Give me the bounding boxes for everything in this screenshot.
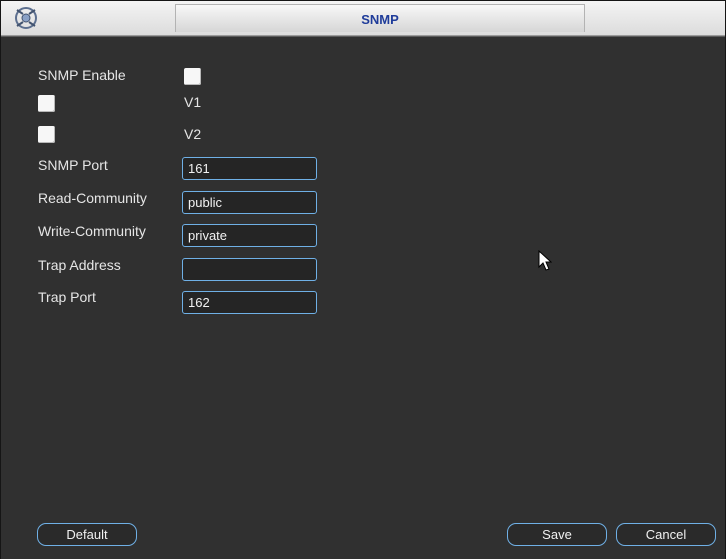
v1-label: V1	[184, 94, 202, 110]
trap-port-field[interactable]	[182, 291, 317, 314]
settings-panel: SNMP Enable V1 V2 SNMP Port Read-Communi…	[1, 36, 725, 559]
mouse-cursor-icon	[538, 250, 552, 271]
default-button[interactable]: Default	[37, 523, 137, 546]
snmp-port-label: SNMP Port	[38, 157, 108, 173]
write-community-field[interactable]	[182, 224, 317, 247]
snmp-enable-checkbox[interactable]	[184, 68, 201, 85]
v2-label: V2	[184, 126, 202, 142]
snmp-enable-label: SNMP Enable	[38, 67, 126, 83]
snmp-dialog: SNMP SNMP Enable V1 V2 SNMP Port Read-Co…	[0, 0, 726, 559]
snmp-port-field[interactable]	[182, 157, 317, 180]
window-title: SNMP	[361, 12, 399, 27]
save-button[interactable]: Save	[507, 523, 607, 546]
trap-address-label: Trap Address	[38, 257, 121, 273]
v1-checkbox[interactable]	[38, 95, 55, 112]
trap-port-label: Trap Port	[38, 289, 96, 305]
title-bar: SNMP	[1, 1, 725, 36]
read-community-field[interactable]	[182, 191, 317, 214]
app-logo-icon	[15, 7, 37, 29]
title-tab: SNMP	[175, 4, 585, 32]
v2-checkbox[interactable]	[38, 126, 55, 143]
read-community-label: Read-Community	[38, 190, 147, 206]
cancel-button[interactable]: Cancel	[616, 523, 716, 546]
trap-address-field[interactable]	[182, 258, 317, 281]
write-community-label: Write-Community	[38, 223, 146, 239]
